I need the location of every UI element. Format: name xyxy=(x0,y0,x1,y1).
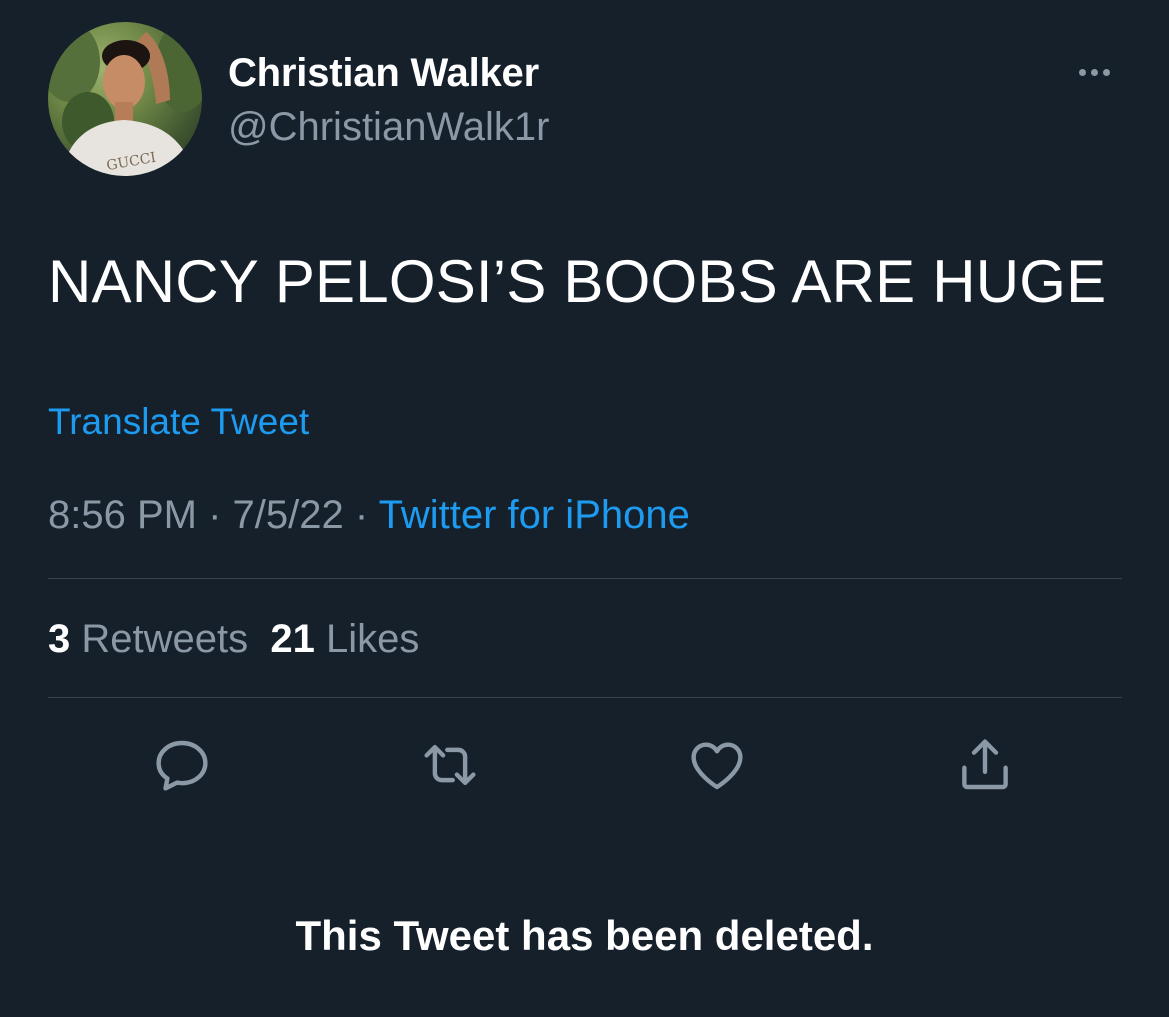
avatar-photo: GUCCI xyxy=(48,22,202,176)
likes-stat[interactable]: 21 Likes xyxy=(270,617,419,661)
reply-button[interactable] xyxy=(149,732,215,798)
heart-icon xyxy=(691,742,743,790)
tweet-metadata: 8:56 PM · 7/5/22 · Twitter for iPhone xyxy=(48,490,690,540)
likes-count: 21 xyxy=(270,617,315,661)
more-dots-icon xyxy=(1078,68,1086,76)
divider xyxy=(48,697,1122,698)
more-dots-icon xyxy=(1102,68,1110,76)
tweet-stats: 3 Retweets 21 Likes xyxy=(48,614,419,664)
tweet-date: 7/5/22 xyxy=(232,493,344,537)
tweet-source-link[interactable]: Twitter for iPhone xyxy=(379,493,690,537)
tweet-time: 8:56 PM xyxy=(48,493,197,537)
retweets-count: 3 xyxy=(48,617,71,661)
meta-separator: · xyxy=(354,493,369,537)
divider xyxy=(48,578,1122,579)
deleted-tweet-notice: This Tweet has been deleted. xyxy=(295,912,874,959)
author-display-name[interactable]: Christian Walker xyxy=(228,50,539,96)
likes-label: Likes xyxy=(325,617,420,661)
tweet-text: NANCY PELOSI’S BOOBS ARE HUGE xyxy=(48,248,1107,315)
like-button[interactable] xyxy=(684,732,750,798)
reply-bubble-icon xyxy=(156,740,208,791)
meta-separator: · xyxy=(208,493,222,537)
translate-tweet-link[interactable]: Translate Tweet xyxy=(48,400,309,444)
share-upload-icon xyxy=(962,739,1008,790)
more-dots-icon xyxy=(1090,68,1098,76)
avatar[interactable]: GUCCI xyxy=(48,22,202,176)
author-handle[interactable]: @ChristianWalk1r xyxy=(228,104,549,150)
share-button[interactable] xyxy=(952,732,1018,798)
retweets-label: Retweets xyxy=(81,617,249,661)
retweet-button[interactable] xyxy=(417,732,483,798)
more-options-button[interactable] xyxy=(1066,56,1122,88)
retweet-arrows-icon xyxy=(424,744,476,786)
retweets-stat[interactable]: 3 Retweets xyxy=(48,617,248,661)
